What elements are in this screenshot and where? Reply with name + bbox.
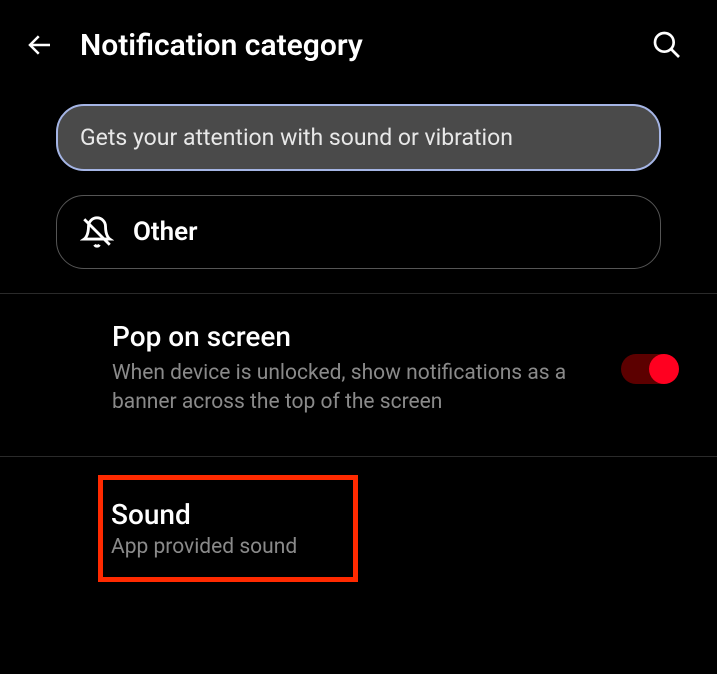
search-icon	[651, 29, 683, 61]
sound-setting-title: Sound	[111, 498, 335, 531]
page-title: Notification category	[80, 28, 647, 63]
pop-setting-description: When device is unlocked, show notificati…	[112, 359, 621, 418]
other-option-card[interactable]: Other	[56, 195, 661, 269]
pop-setting-text: Pop on screen When device is unlocked, s…	[112, 320, 621, 418]
sound-setting[interactable]: Sound App provided sound	[111, 498, 335, 559]
other-option-row: Other	[79, 214, 638, 250]
alert-option-description: Gets your attention with sound or vibrat…	[80, 124, 637, 151]
pop-on-screen-setting[interactable]: Pop on screen When device is unlocked, s…	[0, 294, 717, 444]
header-bar: Notification category	[0, 0, 717, 90]
content-area: Gets your attention with sound or vibrat…	[0, 90, 717, 582]
sound-setting-description: App provided sound	[111, 535, 335, 559]
sound-setting-highlight: Sound App provided sound	[98, 475, 358, 582]
pop-setting-title: Pop on screen	[112, 320, 621, 353]
bell-off-icon	[79, 214, 115, 250]
back-button[interactable]	[20, 25, 60, 65]
toggle-thumb	[649, 354, 679, 384]
search-button[interactable]	[647, 25, 687, 65]
arrow-left-icon	[25, 30, 55, 60]
alert-option-card[interactable]: Gets your attention with sound or vibrat…	[56, 104, 661, 171]
divider	[0, 456, 717, 457]
other-option-label: Other	[133, 217, 198, 247]
pop-on-screen-toggle[interactable]	[621, 354, 677, 384]
